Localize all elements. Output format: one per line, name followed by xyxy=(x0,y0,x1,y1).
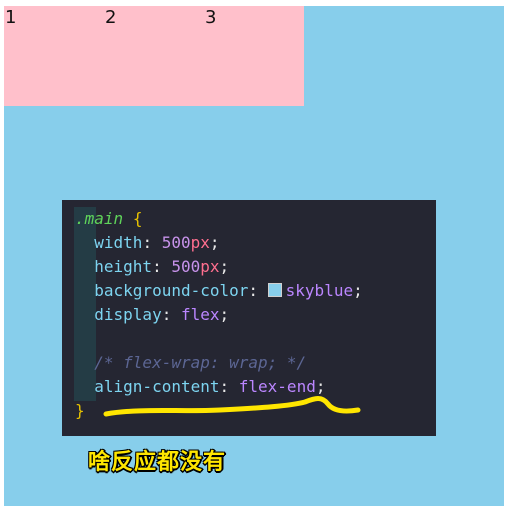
code-line-width: width: 500px; xyxy=(94,233,220,252)
close-brace: } xyxy=(75,401,85,420)
color-swatch-icon xyxy=(267,283,282,297)
code-line-height: height: 500px; xyxy=(94,257,230,276)
css-selector: .main xyxy=(75,209,124,228)
value-background-color: skyblue xyxy=(285,281,354,300)
flex-item-1: 1 xyxy=(4,6,104,106)
flex-items: 1 2 3 xyxy=(4,6,304,106)
code-block: .main { width: 500px; height: 500px; bac… xyxy=(75,207,363,423)
flex-item-2: 2 xyxy=(104,6,204,106)
code-comment: /* flex-wrap: wrap; */ xyxy=(94,353,307,372)
open-brace: { xyxy=(132,209,143,228)
squiggle-underline-annotation xyxy=(103,396,361,417)
value-display: flex xyxy=(180,305,220,324)
annotation-caption: 啥反应都没有 xyxy=(88,450,227,475)
code-line-display: display: flex; xyxy=(94,305,230,324)
flex-item-3: 3 xyxy=(204,6,304,106)
prop-height: height xyxy=(94,257,153,276)
value-width-number: 500 xyxy=(161,233,191,252)
value-height-number: 500 xyxy=(171,257,201,276)
value-width-unit: px xyxy=(190,233,210,252)
code-line-comment: /* flex-wrap: wrap; */ xyxy=(75,351,363,375)
prop-background-color: background-color xyxy=(94,281,249,300)
value-height-unit: px xyxy=(200,257,220,276)
prop-display: display xyxy=(94,305,162,324)
code-line-selector: .main { xyxy=(75,207,363,231)
prop-width: width xyxy=(94,233,143,252)
code-line-background: background-color: skyblue; xyxy=(94,281,363,300)
